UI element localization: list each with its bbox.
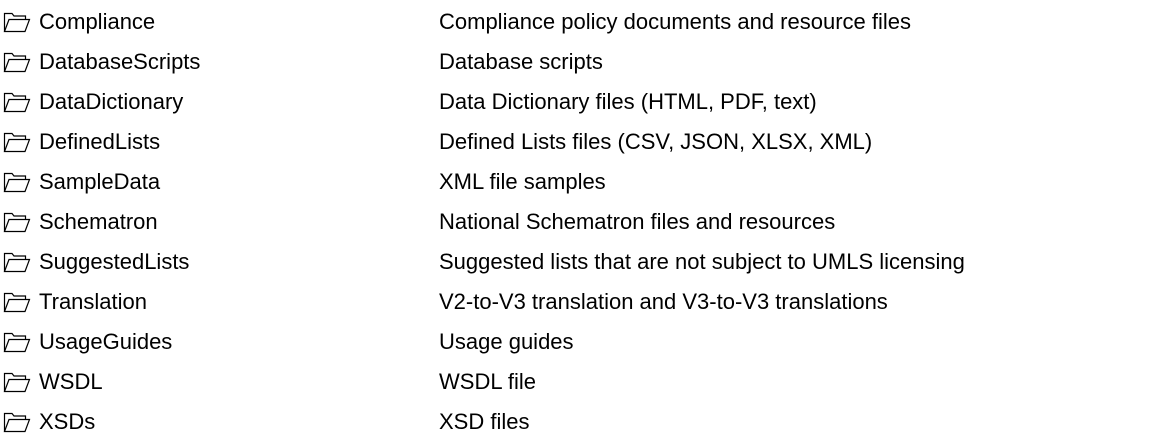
folder-open-icon-graphic <box>3 12 31 33</box>
folder-description: Compliance policy documents and resource… <box>439 9 912 34</box>
folder-row-usageguides[interactable]: UsageGuides Usage guides <box>0 325 1170 359</box>
folder-open-icon-graphic <box>3 252 31 273</box>
folder-front-shape <box>3 18 31 33</box>
folder-description: Database scripts <box>439 49 603 74</box>
folder-description: Defined Lists files (CSV, JSON, XLSX, XM… <box>439 129 873 154</box>
folder-row-xsds[interactable]: XSDs XSD files <box>0 405 1170 439</box>
folder-name[interactable]: Schematron <box>39 205 158 239</box>
folder-row-databasescripts[interactable]: DatabaseScripts Database scripts <box>0 45 1170 79</box>
folder-name[interactable]: Compliance <box>39 5 155 39</box>
folder-description: Suggested lists that are not subject to … <box>439 249 965 274</box>
folder-name[interactable]: SuggestedLists <box>39 245 189 279</box>
folder-description: WSDL file <box>439 369 536 394</box>
folder-row-schematron[interactable]: Schematron National Schematron files and… <box>0 205 1170 239</box>
folder-front-shape <box>3 58 31 73</box>
folder-name[interactable]: SampleData <box>39 165 160 199</box>
folder-open-icon <box>3 11 31 33</box>
folder-name[interactable]: DataDictionary <box>39 85 183 119</box>
folder-row-datadictionary[interactable]: DataDictionary Data Dictionary files (HT… <box>0 85 1170 119</box>
folder-description: V2-to-V3 translation and V3-to-V3 transl… <box>439 289 888 314</box>
folder-name[interactable]: UsageGuides <box>39 325 172 359</box>
folder-row-definedlists[interactable]: DefinedLists Defined Lists files (CSV, J… <box>0 125 1170 159</box>
folder-front-shape <box>3 338 31 353</box>
folder-front-shape <box>3 98 31 113</box>
folder-open-icon <box>3 211 31 233</box>
folder-name[interactable]: DefinedLists <box>39 125 160 159</box>
folder-open-icon <box>3 91 31 113</box>
folder-front-shape <box>3 298 31 313</box>
folder-open-icon <box>3 171 31 193</box>
folder-open-icon-graphic <box>3 332 31 353</box>
folder-open-icon-graphic <box>3 292 31 313</box>
folder-row-sampledata[interactable]: SampleData XML file samples <box>0 165 1170 199</box>
folder-open-icon-graphic <box>3 412 31 433</box>
folder-open-icon-graphic <box>3 372 31 393</box>
folder-open-icon <box>3 291 31 313</box>
folder-open-icon <box>3 51 31 73</box>
folder-name[interactable]: Translation <box>39 285 147 319</box>
folder-description: XSD files <box>439 409 530 434</box>
folder-open-icon <box>3 411 31 433</box>
folder-row-compliance[interactable]: Compliance Compliance policy documents a… <box>0 5 1170 39</box>
folder-description: Data Dictionary files (HTML, PDF, text) <box>439 89 817 114</box>
folder-row-translation[interactable]: Translation V2-to-V3 translation and V3-… <box>0 285 1170 319</box>
folder-name[interactable]: WSDL <box>39 365 103 399</box>
folder-open-icon <box>3 371 31 393</box>
folder-description: National Schematron files and resources <box>439 209 836 234</box>
folder-name[interactable]: DatabaseScripts <box>39 45 200 79</box>
folder-description: Usage guides <box>439 329 574 354</box>
folder-open-icon <box>3 131 31 153</box>
folder-name[interactable]: XSDs <box>39 405 95 439</box>
folder-open-icon-graphic <box>3 212 31 233</box>
folder-open-icon <box>3 331 31 353</box>
folder-description: XML file samples <box>439 169 606 194</box>
folder-front-shape <box>3 218 31 233</box>
folder-open-icon-graphic <box>3 132 31 153</box>
folder-open-icon-graphic <box>3 52 31 73</box>
folder-row-wsdl[interactable]: WSDL WSDL file <box>0 365 1170 399</box>
folder-row-suggestedlists[interactable]: SuggestedLists Suggested lists that are … <box>0 245 1170 279</box>
folder-open-icon-graphic <box>3 92 31 113</box>
folder-open-icon-graphic <box>3 172 31 193</box>
folder-front-shape <box>3 418 31 433</box>
folder-front-shape <box>3 178 31 193</box>
folder-front-shape <box>3 258 31 273</box>
folder-list: Compliance Compliance policy documents a… <box>0 0 1170 447</box>
folder-open-icon <box>3 251 31 273</box>
folder-front-shape <box>3 378 31 393</box>
folder-front-shape <box>3 138 31 153</box>
